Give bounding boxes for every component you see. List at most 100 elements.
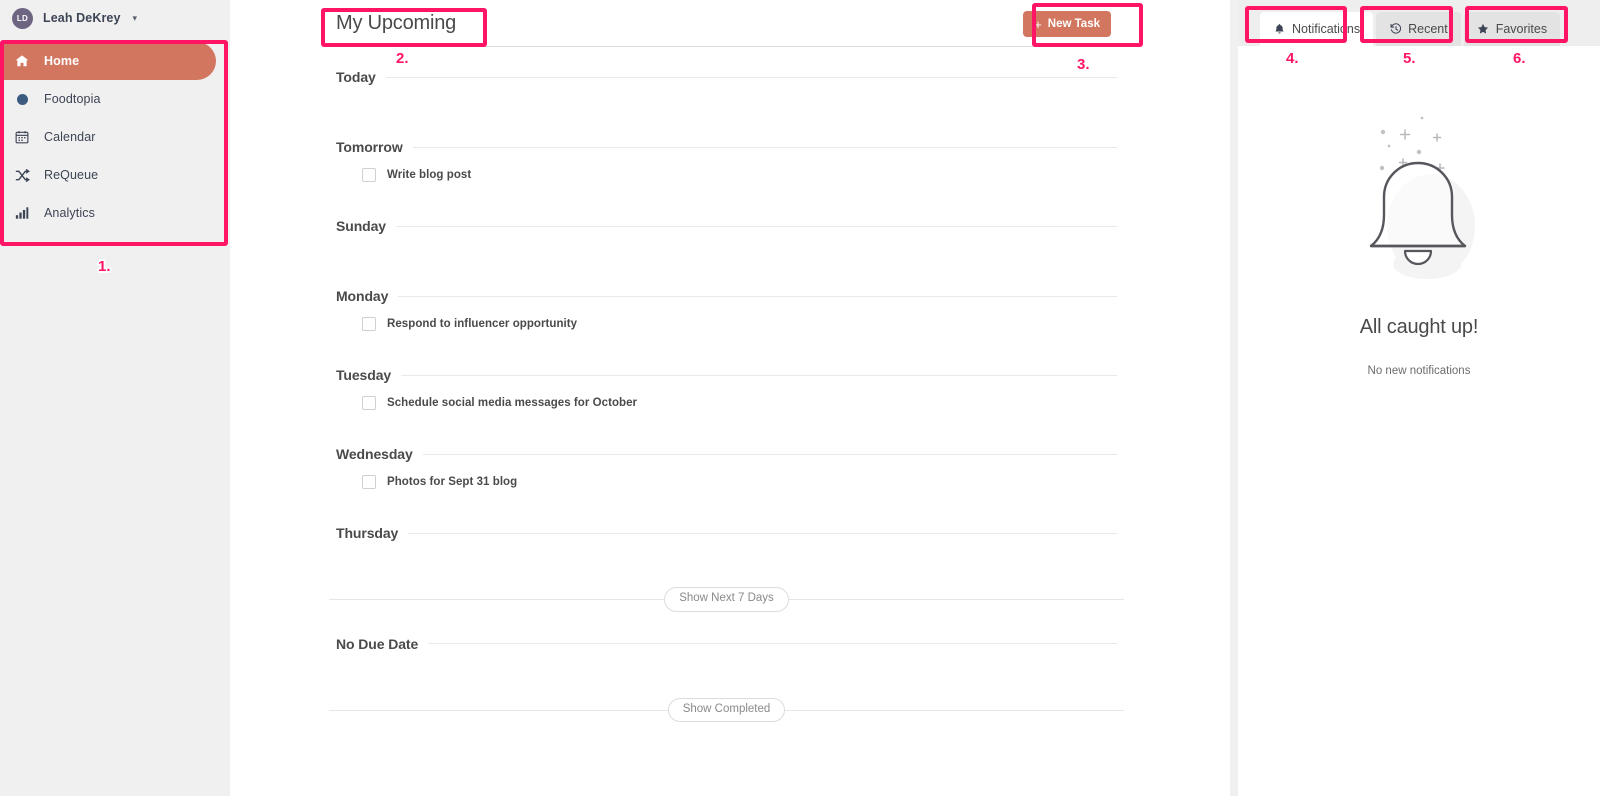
bell-illustration — [1309, 98, 1529, 308]
sidebar-item-label: Foodtopia — [44, 92, 101, 106]
show-next-7-days-button[interactable]: Show Next 7 Days — [664, 587, 789, 612]
user-name: Leah DeKrey — [43, 11, 121, 25]
show-completed-row: Show Completed — [329, 697, 1124, 722]
day-group-thursday: Thursday — [336, 503, 1117, 587]
app-root: LD Leah DeKrey ▾ Home Foodtopia Calendar… — [0, 0, 1600, 796]
day-group-tomorrow: Tomorrow Write blog post — [336, 117, 1117, 196]
page-title: My Upcoming — [336, 12, 457, 34]
day-group-wednesday: Wednesday Photos for Sept 31 blog — [336, 424, 1117, 503]
home-icon — [14, 53, 30, 69]
day-header: Today — [336, 47, 1117, 85]
sidebar-item-label: ReQueue — [44, 168, 99, 182]
day-group-tuesday: Tuesday Schedule social media messages f… — [336, 345, 1117, 424]
show-completed-button[interactable]: Show Completed — [667, 697, 786, 722]
star-icon — [1477, 23, 1490, 36]
day-group-today: Today — [336, 47, 1117, 117]
day-label: Tuesday — [336, 367, 392, 383]
sidebar-item-label: Home — [44, 54, 80, 68]
dot-icon — [14, 91, 30, 107]
day-label: Monday — [336, 288, 389, 304]
day-header: No Due Date — [336, 612, 1117, 652]
main-content: My Upcoming + New Task Today Tomorrow Wr… — [230, 0, 1230, 796]
day-label: Tomorrow — [336, 139, 403, 155]
tab-notifications[interactable]: Notifications — [1260, 12, 1374, 46]
show-next-7-days-row: Show Next 7 Days — [329, 587, 1124, 612]
group-space — [336, 182, 1117, 196]
sidebar-item-foodtopia[interactable]: Foodtopia — [0, 80, 230, 118]
tab-recent[interactable]: Recent — [1376, 12, 1461, 46]
task-title: Schedule social media messages for Octob… — [387, 397, 638, 409]
task-checkbox[interactable] — [362, 317, 376, 331]
empty-group-space — [336, 541, 1117, 587]
task-checkbox[interactable] — [362, 168, 376, 182]
group-space — [336, 410, 1117, 424]
day-header: Tuesday — [336, 345, 1117, 383]
day-group-no-due-date: No Due Date — [336, 612, 1117, 698]
sidebar-item-label: Calendar — [44, 130, 96, 144]
sidebar-item-requeue[interactable]: ReQueue — [0, 156, 230, 194]
day-divider — [401, 374, 1117, 376]
empty-group-space — [336, 85, 1117, 117]
sidebar-item-home[interactable]: Home — [0, 42, 216, 80]
day-divider — [395, 225, 1117, 227]
day-label: Wednesday — [336, 446, 413, 462]
day-divider — [398, 295, 1117, 297]
empty-group-space — [336, 234, 1117, 266]
right-panel-tabs: Notifications Recent Favorites — [1238, 0, 1600, 46]
task-title: Write blog post — [387, 169, 472, 181]
bar-chart-icon — [14, 205, 30, 221]
day-label: Thursday — [336, 525, 399, 541]
avatar: LD — [12, 7, 33, 29]
right-panel: Notifications Recent Favorites All caugh… — [1238, 0, 1600, 796]
user-menu[interactable]: LD Leah DeKrey ▾ — [0, 0, 230, 36]
day-header: Monday — [336, 266, 1117, 304]
day-label: Sunday — [336, 218, 386, 234]
day-group-sunday: Sunday — [336, 196, 1117, 266]
day-header: Sunday — [336, 196, 1117, 234]
task-title: Photos for Sept 31 blog — [387, 476, 518, 488]
calendar-icon — [14, 129, 30, 145]
left-sidebar: LD Leah DeKrey ▾ Home Foodtopia Calendar… — [0, 0, 230, 796]
plus-icon: + — [1034, 16, 1042, 32]
day-divider — [428, 643, 1117, 644]
sidebar-item-analytics[interactable]: Analytics — [0, 194, 230, 232]
task-row[interactable]: Respond to influencer opportunity — [336, 304, 1117, 331]
day-header: Tomorrow — [336, 117, 1117, 155]
bell-icon — [1273, 23, 1286, 36]
tab-label: Favorites — [1495, 22, 1548, 36]
empty-group-space — [336, 652, 1117, 698]
panel-gap — [1230, 0, 1238, 796]
clock-icon — [1389, 23, 1402, 36]
task-row[interactable]: Schedule social media messages for Octob… — [336, 383, 1117, 410]
empty-subtitle: No new notifications — [1367, 365, 1471, 377]
tab-label: Recent — [1408, 22, 1448, 36]
shuffle-icon — [14, 167, 30, 183]
sidebar-item-calendar[interactable]: Calendar — [0, 118, 230, 156]
task-checkbox[interactable] — [362, 396, 376, 410]
task-list: Today Tomorrow Write blog post Sunday Mo… — [230, 47, 1230, 722]
day-divider — [385, 76, 1117, 78]
group-space — [336, 489, 1117, 503]
day-header: Wednesday — [336, 424, 1117, 462]
day-divider — [408, 532, 1117, 534]
tab-favorites[interactable]: Favorites — [1463, 12, 1561, 46]
day-header: Thursday — [336, 503, 1117, 541]
group-space — [336, 331, 1117, 345]
notifications-empty-state: All caught up! No new notifications — [1238, 46, 1600, 377]
new-task-button[interactable]: + New Task — [1023, 11, 1111, 37]
chevron-down-icon: ▾ — [132, 12, 138, 23]
task-row[interactable]: Write blog post — [336, 155, 1117, 182]
day-label: No Due Date — [336, 635, 419, 652]
new-task-label: New Task — [1047, 18, 1100, 30]
day-divider — [412, 146, 1117, 148]
task-title: Respond to influencer opportunity — [387, 318, 578, 330]
day-group-monday: Monday Respond to influencer opportunity — [336, 266, 1117, 345]
main-header: My Upcoming + New Task — [230, 0, 1230, 47]
tab-label: Notifications — [1292, 22, 1361, 36]
task-checkbox[interactable] — [362, 475, 376, 489]
empty-title: All caught up! — [1359, 316, 1479, 338]
task-row[interactable]: Photos for Sept 31 blog — [336, 462, 1117, 489]
day-label: Today — [336, 69, 376, 85]
sidebar-item-label: Analytics — [44, 206, 95, 220]
day-divider — [422, 453, 1117, 455]
